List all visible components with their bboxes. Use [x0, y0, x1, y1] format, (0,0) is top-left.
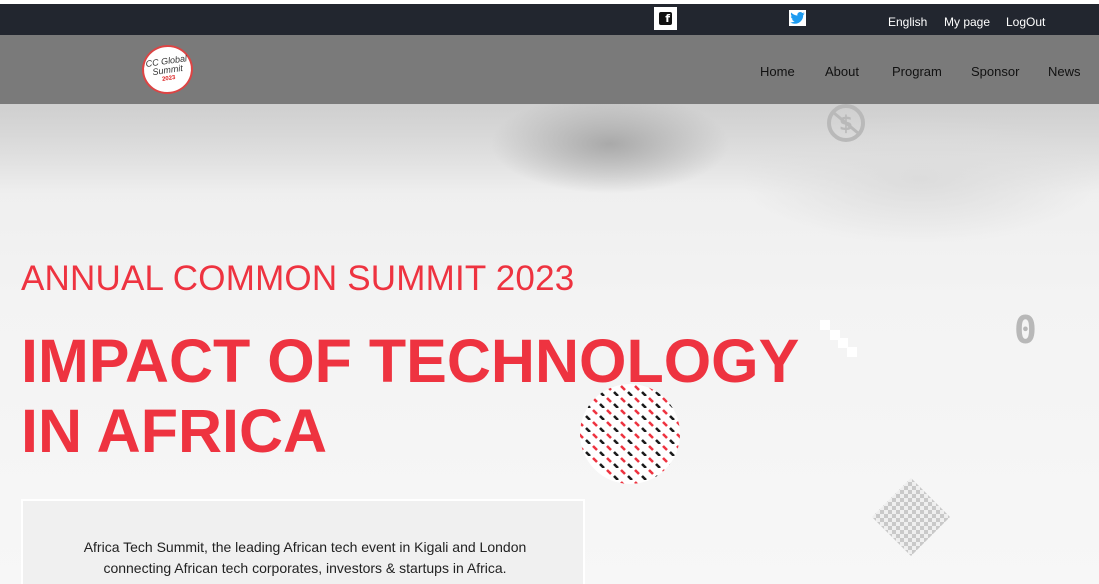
event-title: IMPACT OF TECHNOLOGY IN AFRICA [21, 326, 799, 466]
event-description: Africa Tech Summit, the leading African … [23, 537, 587, 579]
event-description-box: Africa Tech Summit, the leading African … [21, 499, 585, 584]
main-navbar: CC Global Summit 2023 Home About Program… [0, 35, 1099, 104]
decorative-diamond-grid [872, 478, 950, 556]
decorative-square [820, 320, 830, 330]
event-subtitle: ANNUAL COMMON SUMMIT 2023 [21, 259, 575, 298]
decorative-pattern-circle [580, 384, 680, 484]
mypage-link[interactable]: My page [944, 15, 990, 29]
no-dollar-icon: $ [827, 104, 865, 142]
hero-background-shape [490, 104, 730, 194]
nav-news[interactable]: News [1048, 64, 1081, 79]
top-utility-bar: f English My page LogOut [0, 4, 1099, 35]
hero-background-shape [740, 114, 1099, 244]
nav-home[interactable]: Home [760, 64, 795, 79]
site-logo[interactable]: CC Global Summit 2023 [138, 41, 197, 98]
nav-program[interactable]: Program [892, 64, 942, 79]
event-title-line1: IMPACT OF TECHNOLOGY [21, 327, 800, 395]
logo-year: 2023 [161, 74, 176, 83]
decorative-square [847, 347, 857, 357]
hero-section: $ 0 ANNUAL COMMON SUMMIT 2023 IMPACT OF … [0, 104, 1099, 584]
twitter-icon[interactable] [789, 10, 806, 26]
nav-sponsor[interactable]: Sponsor [971, 64, 1019, 79]
event-description-line1: Africa Tech Summit, the leading African … [83, 539, 527, 555]
decorative-zero-glyph: 0 [1014, 308, 1037, 352]
facebook-icon[interactable]: f [654, 7, 677, 30]
event-description-line2: connecting African tech corporates, inve… [103, 560, 507, 576]
logout-link[interactable]: LogOut [1006, 15, 1045, 29]
language-link[interactable]: English [888, 15, 927, 29]
nav-about[interactable]: About [825, 64, 859, 79]
